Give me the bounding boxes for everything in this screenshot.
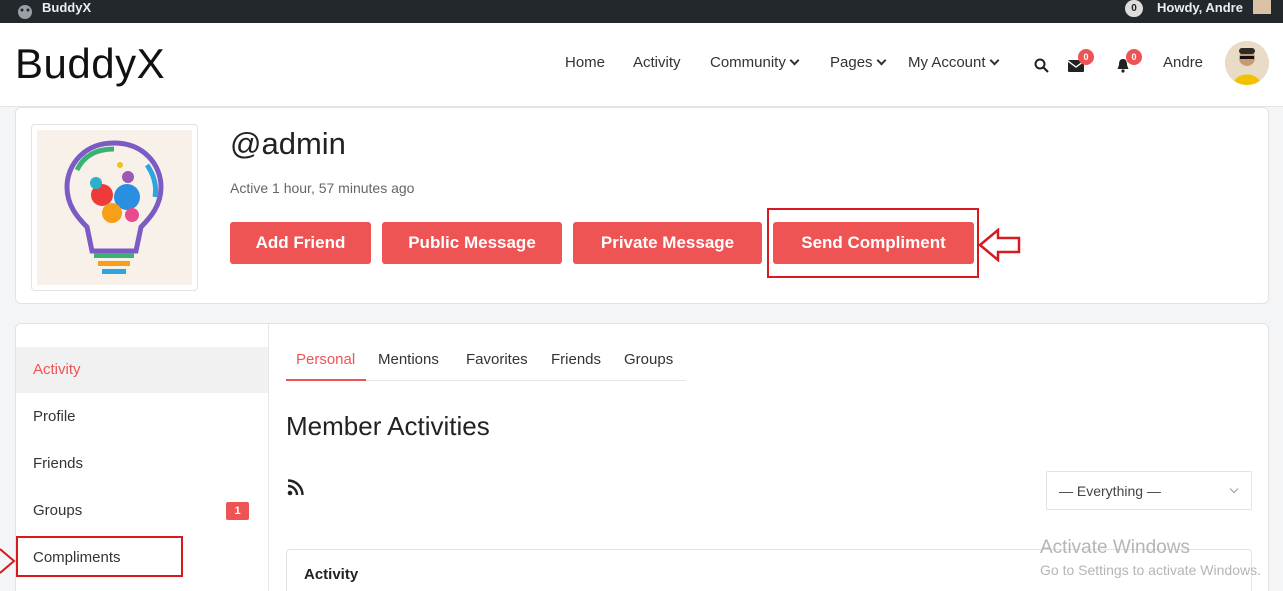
profile-handle: @admin [230, 126, 346, 161]
sidebar-item-activity[interactable]: Activity [16, 347, 268, 393]
sidebar-divider [268, 324, 269, 591]
compliments-highlight-box [16, 536, 183, 577]
public-message-button[interactable]: Public Message [382, 222, 562, 264]
private-message-button[interactable]: Private Message [573, 222, 762, 264]
activity-filter-select[interactable]: — Everything — [1046, 471, 1252, 510]
chevron-down-icon [789, 55, 800, 66]
nav-home[interactable]: Home [565, 54, 605, 71]
sidebar-item-groups[interactable]: Groups 1 [16, 488, 268, 534]
messages-count-badge: 0 [1078, 49, 1094, 65]
chevron-down-icon [876, 55, 886, 66]
nav-community-label: Community [710, 54, 786, 71]
pointer-arrow-icon [978, 228, 1021, 262]
site-header: BuddyX Home Activity Community Pages My … [0, 23, 1283, 107]
tab-personal[interactable]: Personal [296, 351, 355, 368]
tab-favorites[interactable]: Favorites [466, 351, 528, 368]
active-tab-indicator [286, 379, 366, 381]
nav-my-account[interactable]: My Account [908, 54, 999, 71]
sidebar-item-groups-label: Groups [33, 502, 83, 519]
profile-header-card: @admin Active 1 hour, 57 minutes ago Add… [15, 107, 1269, 304]
nav-activity[interactable]: Activity [633, 54, 681, 71]
admin-bar-count-badge[interactable]: 0 [1125, 0, 1143, 17]
profile-avatar[interactable] [31, 124, 198, 291]
wp-admin-bar: BuddyX 0 Howdy, Andre [0, 0, 1283, 23]
activity-subnav: Personal Mentions Favorites Friends Grou… [286, 342, 686, 381]
tab-mentions[interactable]: Mentions [378, 351, 439, 368]
send-compliment-highlight-box [767, 208, 979, 278]
nav-pages-label: Pages [830, 54, 873, 71]
search-icon[interactable] [1034, 58, 1049, 73]
header-username[interactable]: Andre [1163, 54, 1203, 71]
rss-icon[interactable] [287, 479, 304, 496]
add-friend-button[interactable]: Add Friend [230, 222, 371, 264]
tab-friends[interactable]: Friends [551, 351, 601, 368]
nav-pages[interactable]: Pages [830, 54, 886, 71]
user-avatar[interactable] [1225, 41, 1269, 85]
activity-filter-value: — Everything — [1059, 483, 1161, 499]
lightbulb-logo-icon [37, 130, 192, 285]
nav-my-account-label: My Account [908, 54, 986, 71]
sidebar-item-friends[interactable]: Friends [16, 441, 268, 487]
admin-bar-howdy[interactable]: Howdy, Andre [1157, 0, 1243, 15]
notifications-count-badge: 0 [1126, 49, 1142, 65]
nav-community[interactable]: Community [710, 54, 800, 71]
admin-bar-avatar[interactable] [1253, 0, 1271, 14]
last-active-text: Active 1 hour, 57 minutes ago [230, 180, 415, 196]
activate-windows-watermark: Activate Windows [1040, 537, 1190, 558]
activate-windows-subtext: Go to Settings to activate Windows. [1040, 562, 1261, 578]
activity-post-label: Activity [304, 566, 359, 583]
user-photo [1225, 41, 1269, 85]
site-logo[interactable]: BuddyX [15, 40, 165, 88]
pointer-arrow-icon [0, 548, 16, 574]
section-title: Member Activities [286, 411, 490, 441]
chevron-down-icon [989, 55, 999, 66]
sidebar-item-profile[interactable]: Profile [16, 394, 268, 440]
groups-count-badge: 1 [226, 502, 249, 520]
admin-bar-site-name[interactable]: BuddyX [42, 0, 91, 15]
tab-groups[interactable]: Groups [624, 351, 673, 368]
chevron-down-icon [1229, 484, 1239, 494]
buddyx-site-icon[interactable] [16, 3, 34, 19]
